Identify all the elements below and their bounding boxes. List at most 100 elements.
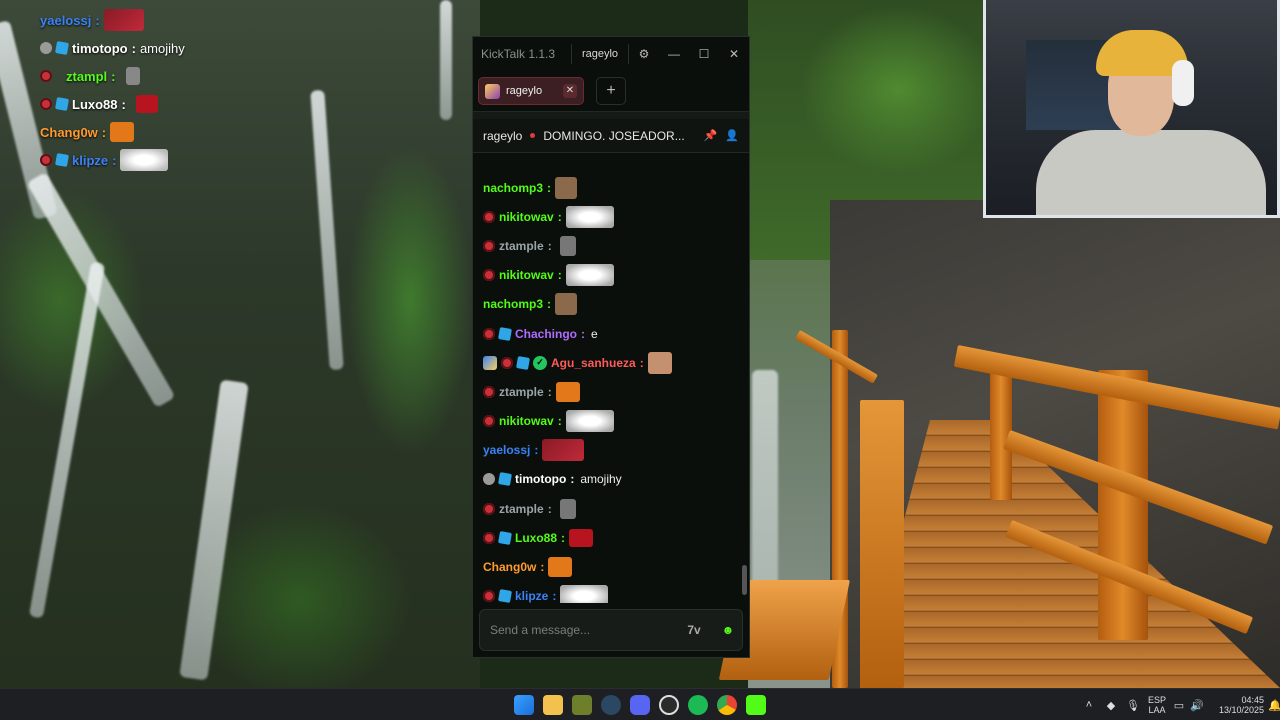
volume-icon[interactable]: 🔊 xyxy=(1188,699,1206,712)
file-explorer-icon[interactable] xyxy=(543,695,563,715)
subscriber-badge-icon xyxy=(498,589,512,603)
pin-icon[interactable]: 📌 xyxy=(704,129,718,142)
separator: : xyxy=(561,530,566,545)
headphones xyxy=(1172,60,1194,106)
message-input[interactable] xyxy=(490,623,674,637)
close-tab-icon[interactable]: ✕ xyxy=(563,84,577,98)
spotify-icon[interactable] xyxy=(688,695,708,715)
network-icon[interactable]: ◆ xyxy=(1100,699,1122,712)
message-text: amojihy xyxy=(580,472,622,487)
message-composer: 7v ☻ xyxy=(479,609,743,651)
stream-chat-overlay: yaelossj: timotopo: amojihy ztampl: Luxo… xyxy=(40,6,185,174)
separator: : xyxy=(557,414,562,429)
username[interactable]: nachomp3 xyxy=(483,297,543,311)
title-channel-label[interactable]: rageylo xyxy=(570,44,630,64)
app-title: KickTalk 1.1.3 xyxy=(481,47,556,61)
separator: : xyxy=(547,384,552,399)
microphone-icon[interactable]: 🎙 xyxy=(1122,699,1144,712)
emote-image xyxy=(565,205,614,228)
minimize-icon[interactable]: — xyxy=(659,47,689,61)
add-tab-button[interactable]: + xyxy=(596,77,626,105)
windows-taskbar: ˄ ◆ 🎙 ESP LAA ▭ 🔊 04:45 13/10/2025 🔔 xyxy=(0,688,1280,720)
username[interactable]: ztample xyxy=(499,239,544,253)
notification-bell-icon[interactable]: 🔔 xyxy=(1264,699,1280,712)
subscriber-badge-icon xyxy=(498,472,512,487)
username[interactable]: Agu_sanhueza xyxy=(551,356,636,370)
chat-message: klipze: xyxy=(473,582,751,603)
user-icon[interactable]: 👤 xyxy=(725,129,739,142)
separator: : xyxy=(131,40,136,56)
keyboard-layout: LAA xyxy=(1148,705,1166,715)
emote-image xyxy=(548,557,573,578)
chat-message: nikitowav: xyxy=(473,202,751,231)
live-indicator-icon xyxy=(530,133,536,138)
badge-icon xyxy=(483,415,495,428)
chat-message: Chachingo: e xyxy=(473,319,751,348)
chat-message: nikitowav: xyxy=(473,261,751,290)
username[interactable]: nikitowav xyxy=(499,414,554,428)
overlay-message-text: amojihy xyxy=(139,40,185,56)
emote-image xyxy=(555,176,578,199)
separator: : xyxy=(112,152,117,168)
chrome-icon[interactable] xyxy=(717,695,737,715)
badge-icon xyxy=(483,590,495,603)
channel-header: rageylo DOMINGO. JOSEADOR... 📌 👤 xyxy=(473,119,749,153)
display-icon[interactable]: ▭ xyxy=(1170,699,1188,712)
badge-icon xyxy=(483,210,495,223)
kicktalk-window: KickTalk 1.1.3 rageylo ⚙ — ☐ ✕ rageylo ✕… xyxy=(472,36,750,658)
separator: : xyxy=(570,472,575,487)
chevron-up-icon[interactable]: ˄ xyxy=(1078,699,1100,711)
username[interactable]: klipze xyxy=(515,589,548,603)
system-tray: ˄ ◆ 🎙 ESP LAA ▭ 🔊 04:45 13/10/2025 🔔 xyxy=(1078,689,1280,720)
steam-icon[interactable] xyxy=(601,695,621,715)
badge-icon xyxy=(40,154,52,166)
clock[interactable]: 04:45 13/10/2025 xyxy=(1206,695,1264,715)
discord-icon[interactable] xyxy=(630,695,650,715)
username[interactable]: Chachingo xyxy=(515,327,577,341)
emote-image xyxy=(559,235,576,256)
app-icon[interactable] xyxy=(572,695,592,715)
overlay-username: yaelossj xyxy=(40,12,92,28)
overlay-username: Luxo88 xyxy=(72,96,118,112)
obs-icon[interactable] xyxy=(659,695,679,715)
chat-message: timotopo: amojihy xyxy=(473,465,751,494)
maximize-icon[interactable]: ☐ xyxy=(689,47,719,61)
username[interactable]: Chang0w xyxy=(483,560,536,574)
separator: : xyxy=(101,124,107,140)
emote-image xyxy=(120,149,169,171)
waterfall-stream xyxy=(440,0,452,120)
subscriber-badge-icon xyxy=(498,530,512,545)
7tv-emote-button[interactable]: 7v xyxy=(680,618,708,642)
kicktalk-taskbar-icon[interactable] xyxy=(746,695,766,715)
subscriber-badge-icon xyxy=(55,97,69,111)
username[interactable]: ztample xyxy=(499,385,544,399)
kick-emote-icon[interactable]: ☻ xyxy=(714,618,742,642)
separator: : xyxy=(540,560,545,575)
username[interactable]: nikitowav xyxy=(499,210,554,224)
separator: : xyxy=(557,268,562,283)
username[interactable]: nachomp3 xyxy=(483,181,543,195)
chat-message: yaelossj: xyxy=(473,436,751,465)
emote-image xyxy=(565,410,614,433)
chat-scrollbar[interactable] xyxy=(742,565,747,595)
username[interactable]: ztample xyxy=(499,502,544,516)
title-bar[interactable]: KickTalk 1.1.3 rageylo ⚙ — ☐ ✕ xyxy=(473,37,749,71)
username[interactable]: Luxo88 xyxy=(515,531,557,545)
username[interactable]: yaelossj xyxy=(483,443,530,457)
language-indicator[interactable]: ESP LAA xyxy=(1144,695,1170,715)
emote-image xyxy=(542,439,585,462)
start-menu-icon[interactable] xyxy=(514,695,534,715)
chat-message-list[interactable]: nachomp3: nikitowav: ztample: nikitowav:… xyxy=(473,163,751,603)
tab-rageylo[interactable]: rageylo ✕ xyxy=(478,77,584,105)
message-text: e xyxy=(591,326,598,341)
separator: : xyxy=(547,238,552,253)
badge-icon xyxy=(40,70,52,82)
emote-image xyxy=(569,528,594,547)
settings-gear-icon[interactable]: ⚙ xyxy=(629,47,659,61)
badge-icon xyxy=(483,269,495,282)
emote-image xyxy=(559,498,576,519)
username[interactable]: nikitowav xyxy=(499,268,554,282)
username[interactable]: timotopo xyxy=(515,472,566,486)
channel-name[interactable]: rageylo xyxy=(483,129,522,143)
close-icon[interactable]: ✕ xyxy=(719,47,749,61)
